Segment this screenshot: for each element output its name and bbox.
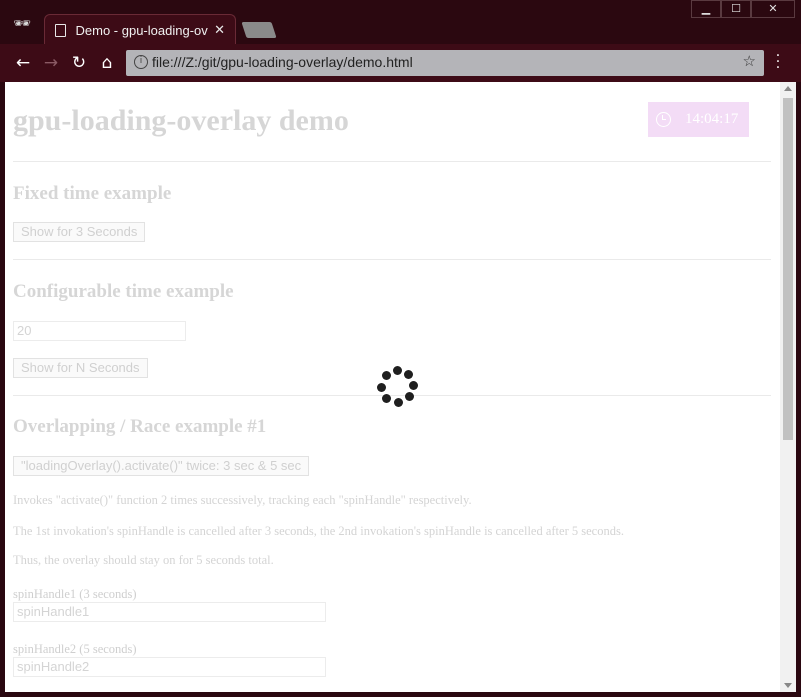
- close-window-button[interactable]: ✕: [751, 0, 795, 18]
- incognito-icon: 🕶: [13, 16, 31, 32]
- loading-spinner-icon: [377, 366, 419, 408]
- spin-handle-1-field[interactable]: spinHandle1: [13, 602, 326, 622]
- race-description-3: Thus, the overlay should stay on for 5 s…: [13, 553, 274, 567]
- document-icon: [55, 24, 66, 37]
- clock-time: 14:04:17: [685, 111, 739, 127]
- divider: [13, 161, 771, 162]
- clock-badge: 14:04:17: [648, 102, 749, 137]
- tab-title: Demo - gpu-loading-ove: [75, 23, 209, 38]
- race-heading: Overlapping / Race example #1: [13, 416, 267, 437]
- spin-handle-2-field[interactable]: spinHandle2: [13, 657, 326, 677]
- spin-handle-2-label: spinHandle2 (5 seconds): [13, 642, 137, 656]
- active-tab[interactable]: Demo - gpu-loading-ove ✕: [44, 14, 236, 46]
- maximize-button[interactable]: ☐: [721, 0, 751, 18]
- spinner-dot: [405, 392, 414, 401]
- spinner-dot: [382, 394, 391, 403]
- show-n-seconds-button[interactable]: Show for N Seconds: [13, 358, 148, 378]
- new-tab-button[interactable]: [241, 22, 277, 38]
- url-text[interactable]: file:///Z:/git/gpu-loading-overlay/demo.…: [152, 54, 413, 70]
- back-arrow-icon[interactable]: ←: [12, 52, 34, 74]
- page-title: gpu-loading-overlay demo: [13, 104, 349, 137]
- forward-arrow-icon[interactable]: →: [40, 52, 62, 74]
- tab-close-icon[interactable]: ✕: [214, 23, 225, 38]
- browser-window: 🕶 Demo - gpu-loading-ove ✕ ▁ ☐ ✕ ← → ↻ ⌂…: [0, 0, 801, 697]
- title-bar: 🕶 Demo - gpu-loading-ove ✕ ▁ ☐ ✕: [0, 0, 801, 46]
- address-bar[interactable]: i file:///Z:/git/gpu-loading-overlay/dem…: [126, 50, 764, 76]
- activate-twice-button[interactable]: "loadingOverlay().activate()" twice: 3 s…: [13, 456, 310, 476]
- home-icon[interactable]: ⌂: [96, 52, 118, 74]
- seconds-input[interactable]: 20: [13, 321, 186, 341]
- vertical-scrollbar[interactable]: [780, 82, 796, 692]
- clock-icon: [656, 112, 671, 127]
- scroll-down-arrow-icon[interactable]: [784, 683, 792, 688]
- race-description-2: The 1st invokation's spinHandle is cance…: [13, 524, 624, 538]
- menu-dots-icon[interactable]: · · ·: [772, 49, 784, 75]
- spin-handle-1-label: spinHandle1 (3 seconds): [13, 587, 137, 601]
- scrollbar-thumb[interactable]: [783, 98, 793, 440]
- fixed-heading: Fixed time example: [13, 183, 172, 204]
- spinner-dot: [393, 366, 402, 375]
- reload-icon[interactable]: ↻: [68, 52, 90, 74]
- spinner-dot: [404, 370, 413, 379]
- window-controls: ▁ ☐ ✕: [691, 0, 795, 18]
- show-3-seconds-button[interactable]: Show for 3 Seconds: [13, 222, 146, 242]
- info-icon[interactable]: i: [134, 55, 148, 69]
- spinner-dot: [409, 381, 418, 390]
- race-description-1: Invokes "activate()" function 2 times su…: [13, 493, 472, 507]
- page-viewport: gpu-loading-overlay demo 14:04:17 Fixed …: [5, 82, 796, 692]
- spinner-dot: [394, 398, 403, 407]
- spinner-dot: [382, 371, 391, 380]
- bookmark-star-icon[interactable]: ☆: [743, 52, 756, 70]
- configurable-heading: Configurable time example: [13, 281, 234, 302]
- minimize-button[interactable]: ▁: [691, 0, 721, 18]
- spinner-dot: [377, 383, 386, 392]
- scroll-up-arrow-icon[interactable]: [784, 86, 792, 91]
- divider: [13, 259, 771, 260]
